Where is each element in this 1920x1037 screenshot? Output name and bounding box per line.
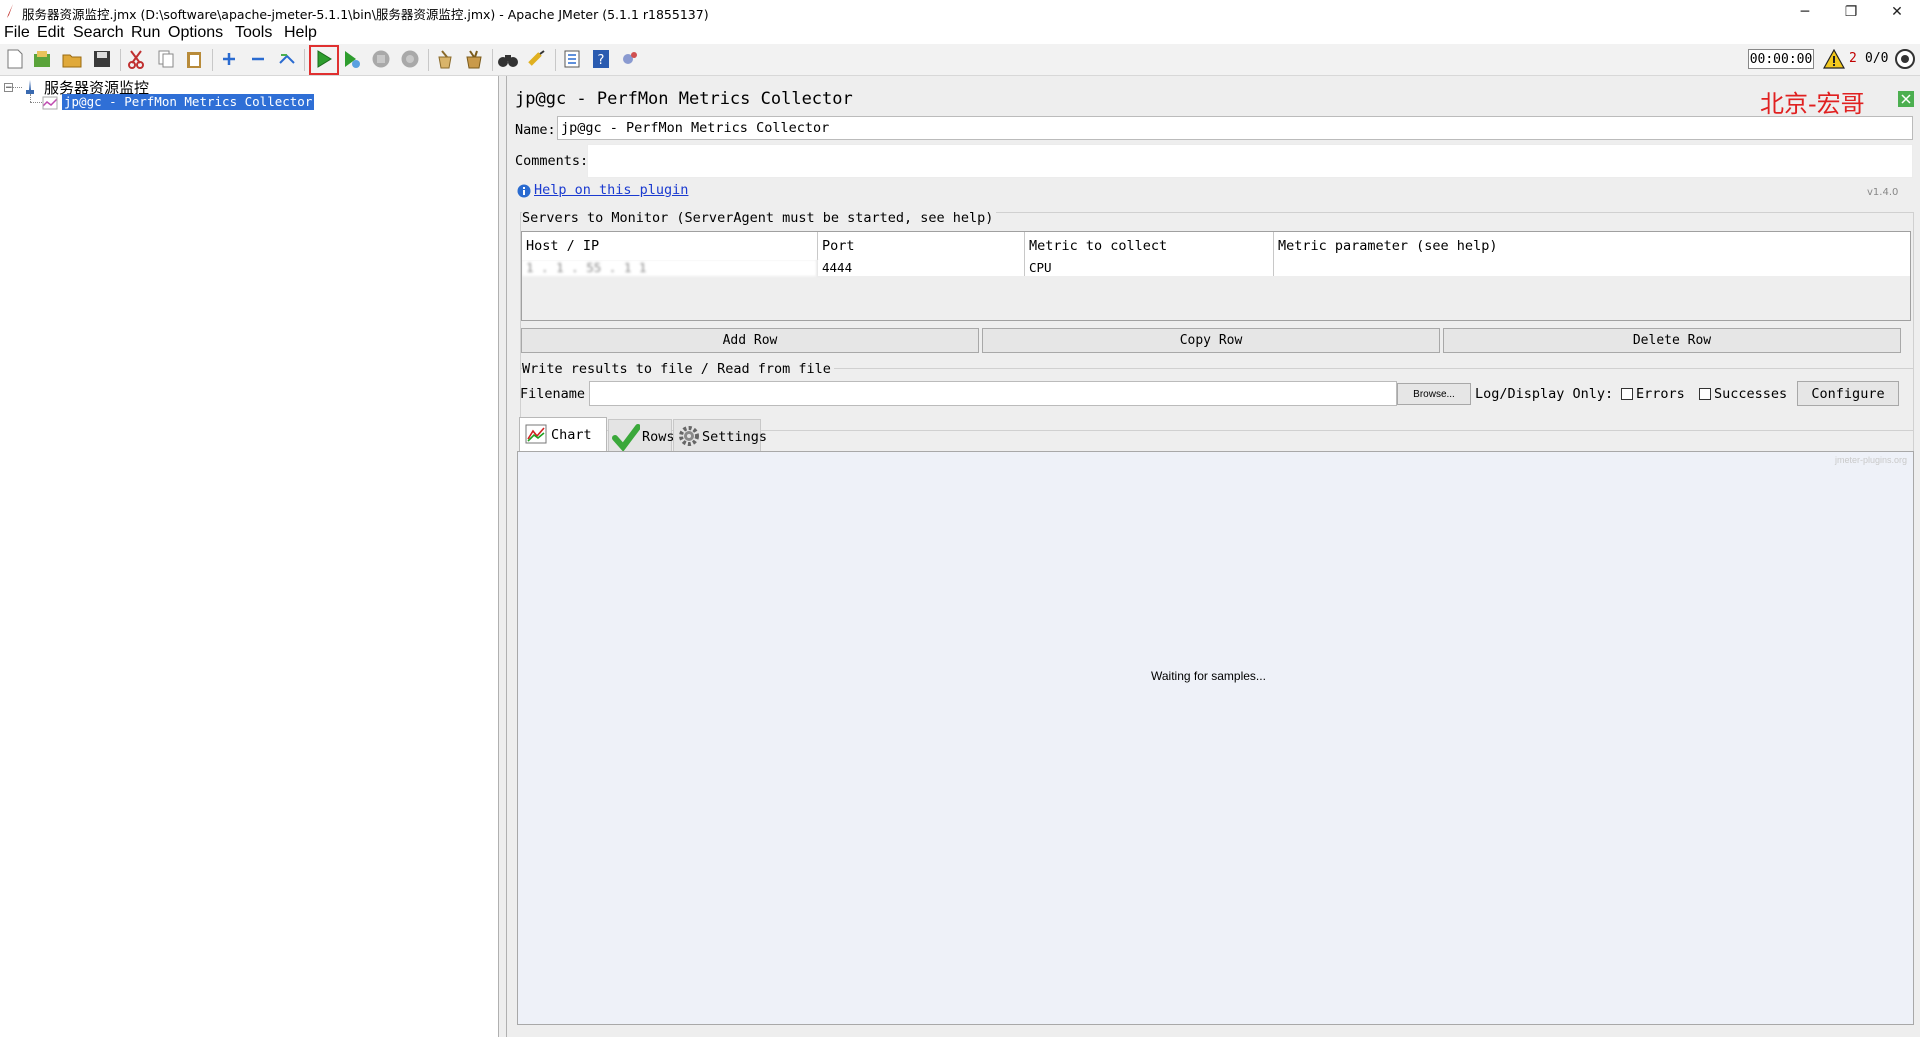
comments-label: Comments: <box>515 153 589 169</box>
col-metric[interactable]: Metric to collect <box>1025 232 1274 260</box>
search-icon[interactable] <box>497 48 519 70</box>
listener-icon <box>42 96 58 110</box>
window-title-bar[interactable]: 服务器资源监控.jmx (D:\software\apache-jmeter-5… <box>0 0 1920 24</box>
menu-bar: File Edit Search Run Options Tools Help <box>0 24 1920 44</box>
error-count: 2 <box>1849 51 1857 66</box>
menu-help[interactable]: Help <box>284 24 317 42</box>
tree-selected-item[interactable]: jp@gc - PerfMon Metrics Collector <box>62 94 315 110</box>
tab-rows-label: Rows <box>642 429 675 445</box>
chart-status: Waiting for samples... <box>1151 669 1266 683</box>
browse-button[interactable]: Browse... <box>1397 383 1471 405</box>
shutdown-icon[interactable] <box>399 48 421 70</box>
toolbar: ? 00:00:00 2 0/0 <box>0 44 1920 76</box>
close-button[interactable]: ✕ <box>1874 0 1920 24</box>
collector-panel: jp@gc - PerfMon Metrics Collector 北京-宏哥 … <box>507 76 1920 1037</box>
filename-label: Filename <box>520 386 586 402</box>
reset-search-icon[interactable] <box>526 48 548 70</box>
copy-row-button[interactable]: Copy Row <box>982 328 1440 353</box>
open-icon[interactable] <box>61 48 83 70</box>
panel-title: jp@gc - PerfMon Metrics Collector <box>515 89 853 109</box>
name-field[interactable]: jp@gc - PerfMon Metrics Collector <box>557 116 1913 140</box>
thread-count: 0/0 <box>1865 51 1889 66</box>
test-plan-icon <box>26 80 34 94</box>
col-port[interactable]: Port <box>818 232 1025 260</box>
servers-table: Host / IP Port Metric to collect Metric … <box>521 231 1911 321</box>
restore-button[interactable]: ❐ <box>1828 0 1874 24</box>
delete-row-button[interactable]: Delete Row <box>1443 328 1901 353</box>
successes-checkbox[interactable] <box>1699 388 1711 400</box>
jmeter-feather-icon <box>7 4 13 18</box>
help-plugin-link[interactable]: Help on this plugin <box>534 182 688 198</box>
cell-port[interactable]: 4444 <box>818 260 1025 276</box>
cut-icon[interactable] <box>125 48 147 70</box>
templates-icon[interactable] <box>31 48 53 70</box>
clear-all-icon[interactable] <box>463 48 485 70</box>
start-icon[interactable] <box>313 48 335 70</box>
menu-search[interactable]: Search <box>73 24 124 42</box>
info-icon <box>517 184 531 198</box>
tab-settings-label: Settings <box>702 429 768 445</box>
collapse-icon[interactable] <box>247 48 269 70</box>
comments-field[interactable] <box>587 144 1913 178</box>
menu-run[interactable]: Run <box>131 24 160 42</box>
cell-parameter[interactable] <box>1274 260 1910 276</box>
menu-edit[interactable]: Edit <box>37 24 65 42</box>
tab-rows[interactable]: Rows <box>608 419 675 452</box>
servers-section-title: Servers to Monitor (ServerAgent must be … <box>522 210 997 226</box>
minimize-button[interactable]: ─ <box>1782 0 1828 24</box>
menu-tools[interactable]: Tools <box>235 24 272 42</box>
tab-chart[interactable]: Chart <box>519 417 607 452</box>
status-indicator-icon <box>1895 49 1915 69</box>
chart-credit: jmeter-plugins.org <box>1834 455 1907 465</box>
clear-icon[interactable] <box>434 48 456 70</box>
split-pane-divider[interactable] <box>499 76 507 1037</box>
warning-icon[interactable] <box>1823 49 1845 69</box>
watermark-label: 北京-宏哥 <box>1760 90 1865 118</box>
menu-options[interactable]: Options <box>168 24 223 42</box>
checkmark-icon <box>612 424 640 451</box>
plugin-version: v1.4.0 <box>1867 187 1899 198</box>
maximize-panel-icon[interactable] <box>1897 90 1915 108</box>
errors-label: Errors <box>1636 386 1685 402</box>
remote-icon[interactable] <box>619 48 641 70</box>
new-icon[interactable] <box>4 48 26 70</box>
collapse-toggle[interactable]: − <box>4 83 13 93</box>
file-section-title: Write results to file / Read from file <box>522 361 834 377</box>
configure-button[interactable]: Configure <box>1797 381 1899 406</box>
test-plan-tree: − 服务器资源监控 jp@gc - PerfMon Metrics Collec… <box>0 76 499 1037</box>
start-no-pauses-icon[interactable] <box>341 48 363 70</box>
tab-settings[interactable]: Settings <box>673 419 767 452</box>
gear-icon <box>679 426 699 446</box>
menu-file[interactable]: File <box>4 24 30 42</box>
successes-label: Successes <box>1714 386 1788 402</box>
filename-input[interactable] <box>589 381 1397 406</box>
save-icon[interactable] <box>91 48 113 70</box>
cell-host[interactable]: 1 . 1 . 55 . 1 1 <box>522 260 818 276</box>
cell-metric[interactable]: CPU <box>1025 260 1274 276</box>
tab-chart-label: Chart <box>551 427 592 443</box>
name-label: Name: <box>515 122 556 138</box>
svg-text:?: ? <box>598 53 605 68</box>
paste-icon[interactable] <box>183 48 205 70</box>
col-host[interactable]: Host / IP <box>522 232 818 260</box>
copy-icon[interactable] <box>155 48 177 70</box>
function-helper-icon[interactable] <box>561 48 583 70</box>
elapsed-timer: 00:00:00 <box>1748 49 1814 69</box>
toggle-icon[interactable] <box>276 48 298 70</box>
log-display-label: Log/Display Only: <box>1475 386 1614 402</box>
help-icon[interactable]: ? <box>590 48 612 70</box>
chart-icon <box>525 424 547 444</box>
window-title: 服务器资源监控.jmx (D:\software\apache-jmeter-5… <box>22 7 709 22</box>
add-row-button[interactable]: Add Row <box>521 328 979 353</box>
stop-icon[interactable] <box>370 48 392 70</box>
chart-area[interactable]: jmeter-plugins.org Waiting for samples..… <box>517 451 1914 1025</box>
col-parameter[interactable]: Metric parameter (see help) <box>1274 232 1910 260</box>
errors-checkbox[interactable] <box>1621 388 1633 400</box>
expand-icon[interactable] <box>218 48 240 70</box>
